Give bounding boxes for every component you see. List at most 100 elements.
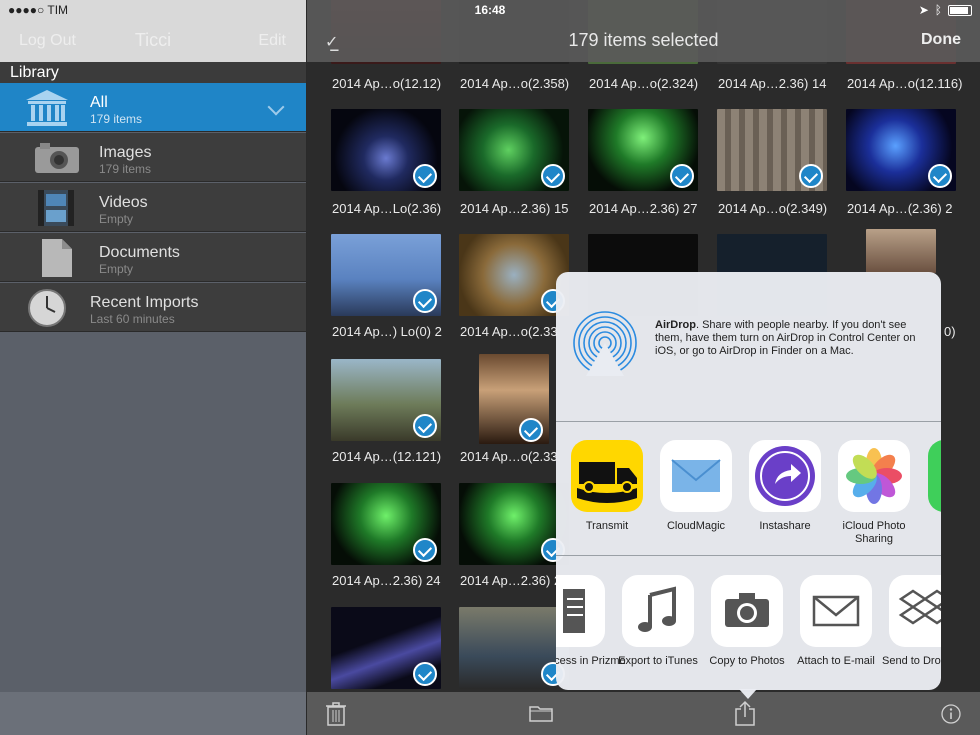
share-app-cloudmagic[interactable]: CloudMagic [655,440,737,533]
sidebar-item-images[interactable]: Images 179 items [0,133,306,182]
selected-check-icon [799,164,823,188]
selected-check-icon [413,164,437,188]
photo-thumbnail [866,229,936,273]
location-arrow-icon: ➤ [918,3,929,17]
info-icon[interactable] [941,704,961,724]
app-label: iCloud Photo Sharing [842,520,906,545]
battery-icon [948,4,972,16]
trash-icon[interactable] [326,702,346,726]
app-label: Instashare [759,520,811,532]
action-attach-to-email[interactable]: Attach to E-mail [795,575,877,668]
library-building-icon [26,90,68,126]
share-app-instashare[interactable]: Instashare [744,440,826,533]
status-indicators: ➤ ᛒ [919,3,972,17]
edit-button[interactable]: Edit [258,32,286,50]
selected-check-icon [413,289,437,313]
sidebar-item-sublabel: 179 items [90,112,143,126]
airdrop-description: AirDrop. Share with people nearby. If yo… [655,319,916,357]
photo-caption: 2014 Ap…2.36) 24 [332,573,441,588]
share-sheet: AirDrop. Share with people nearby. If yo… [556,272,941,690]
chevron-down-icon[interactable] [267,98,285,116]
dropbox-icon [889,575,941,647]
sidebar-item-label: Documents [99,244,180,261]
sidebar: Log Out Ticci Edit Library All 179 items… [0,0,306,735]
selected-check-icon [413,662,437,686]
photo-caption: 2014 Ap…) Lo(0) 2 [332,324,442,339]
selected-check-icon [928,164,952,188]
sidebar-footer [0,692,306,735]
sidebar-item-recent-imports[interactable]: Recent Imports Last 60 minutes [0,283,306,332]
photo-caption: 0) [944,324,956,339]
document-icon [42,239,72,277]
selected-check-icon [670,164,694,188]
sidebar-item-label: Recent Imports [90,294,199,311]
photo-caption: 2014 Ap…o(2.358) [460,76,570,91]
camera-icon [35,143,79,173]
divider [556,555,941,556]
app-label: CloudMagic [666,520,726,532]
photo-caption: 2014 Ap…Lo(2.36) [332,201,442,216]
action-label: Attach to E-mail [797,655,875,667]
action-process-in-prizmo[interactable]: ocess in Prizmo [556,575,626,668]
photo-caption: 2014 Ap…o(2.349) [718,201,828,216]
photo-caption: 2014 Ap…o(2.324) [589,76,699,91]
library-section-header: Library [0,62,306,83]
sidebar-item-label: Videos [99,194,148,211]
selected-check-icon [413,414,437,438]
share-icon[interactable] [735,700,755,726]
app-label: Transmit [585,520,629,532]
action-label: ocess in Prizmo [556,655,626,667]
envelope-icon [660,440,732,512]
photo-caption: 2014 Ap…2.36) 2 [460,573,562,588]
share-app-icloud-photo-sharing[interactable]: iCloud Photo Sharing [833,440,915,546]
action-send-to-dropbox[interactable]: Send to Dro [882,575,941,668]
selected-check-icon [519,418,543,442]
clock-icon [28,289,66,327]
photo-caption: 2014 Ap…(12.121) [332,449,442,464]
divider [556,421,941,422]
photo-caption: 2014 Ap…2.36) 14 [718,76,827,91]
photo-caption: 2014 Ap…(2.36) 2 [847,201,953,216]
airdrop-section: AirDrop. Share with people nearby. If yo… [556,272,941,422]
camera-icon [711,575,783,647]
photo-caption: 2014 Ap…o(12.12) [332,76,442,91]
sidebar-item-sublabel: 179 items [99,162,152,176]
selected-check-icon [541,164,565,188]
popover-arrow [739,689,757,699]
photos-flower-icon [838,440,910,512]
photo-caption: 2014 Ap…o(12.116) [847,76,963,91]
photo-caption: 2014 Ap…o(2.33 [460,449,558,464]
sidebar-item-sublabel: Empty [99,262,134,276]
action-label: Export to iTunes [618,655,698,667]
action-copy-to-photos[interactable]: Copy to Photos [706,575,788,668]
action-label: Copy to Photos [709,655,785,667]
envelope-icon [800,575,872,647]
action-label: Send to Dro [882,655,941,667]
sidebar-item-label: All [90,94,108,111]
photo-caption: 2014 Ap…2.36) 27 [589,201,698,216]
sidebar-item-documents[interactable]: Documents Empty [0,233,306,282]
share-app-transmit[interactable]: Transmit [566,440,648,533]
photo-caption: 2014 Ap…2.36) 15 [460,201,569,216]
share-arrow-icon [749,440,821,512]
music-note-icon [622,575,694,647]
sidebar-item-label: Images [99,144,152,161]
truck-icon [571,440,643,512]
selection-count-title: 179 items selected [568,30,719,50]
sidebar-item-sublabel: Last 60 minutes [90,312,175,326]
folder-icon[interactable] [529,704,553,722]
action-export-to-itunes[interactable]: Export to iTunes [617,575,699,668]
selected-check-icon [413,538,437,562]
film-strip-icon [38,190,74,226]
bluetooth-icon: ᛒ [934,3,942,17]
status-bar: ●●●●○ TIM 16:48 ➤ ᛒ [0,0,980,20]
bottom-toolbar [307,692,980,735]
sidebar-item-all[interactable]: All 179 items [0,83,306,132]
sidebar-item-videos[interactable]: Videos Empty [0,183,306,232]
document-icon [556,575,605,647]
partial-app-tile[interactable] [928,440,941,512]
airdrop-icon[interactable] [572,310,638,376]
done-button[interactable]: Done [921,31,961,49]
sidebar-item-sublabel: Empty [99,212,134,226]
clock: 16:48 [474,3,506,17]
